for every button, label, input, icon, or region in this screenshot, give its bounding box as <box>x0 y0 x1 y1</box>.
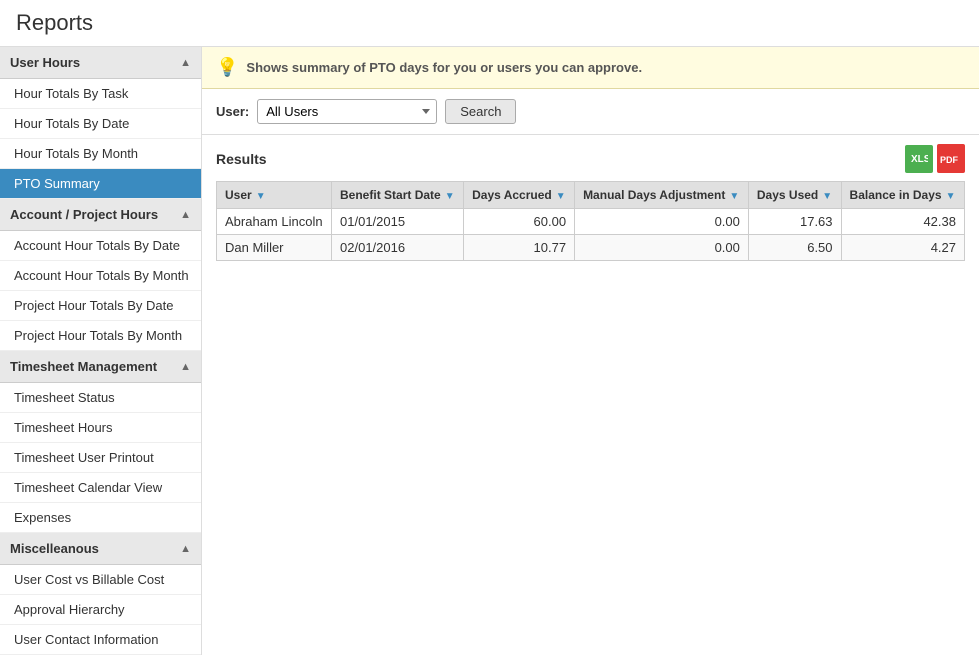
info-message: Shows summary of PTO days for you or use… <box>246 60 642 75</box>
sidebar-item-hour-totals-by-date[interactable]: Hour Totals By Date <box>0 109 201 139</box>
export-pdf-button[interactable]: PDF <box>937 145 965 173</box>
excel-icon-label: XLS <box>910 149 928 170</box>
sidebar-group-user-hours[interactable]: User Hours ▲ <box>0 47 201 79</box>
col-header-balance-in-days: Balance in Days ▼ <box>841 182 964 209</box>
cell-days_accrued-row-0: 60.00 <box>464 209 575 235</box>
sidebar-item-hour-totals-by-task[interactable]: Hour Totals By Task <box>0 79 201 109</box>
cell-user-row-0: Abraham Lincoln <box>217 209 332 235</box>
results-header: Results XLS <box>216 145 965 173</box>
svg-text:PDF: PDF <box>940 155 959 165</box>
bulb-icon: 💡 <box>216 57 238 78</box>
col-header-manual-days-adjustment: Manual Days Adjustment ▼ <box>575 182 749 209</box>
page-title: Reports <box>16 10 963 36</box>
cell-benefit_start_date-row-0: 01/01/2015 <box>332 209 464 235</box>
sidebar-item-approval-hierarchy[interactable]: Approval Hierarchy <box>0 595 201 625</box>
col-filter-days-used[interactable]: ▼ <box>822 191 832 202</box>
cell-balance_in_days-row-1: 4.27 <box>841 235 964 261</box>
col-label-manual-days-adjustment: Manual Days Adjustment <box>583 188 725 202</box>
sidebar-item-project-hour-totals-by-date[interactable]: Project Hour Totals By Date <box>0 291 201 321</box>
sidebar-item-timesheet-calendar-view[interactable]: Timesheet Calendar View <box>0 473 201 503</box>
col-filter-days-accrued[interactable]: ▼ <box>556 191 566 202</box>
cell-days_used-row-1: 6.50 <box>748 235 841 261</box>
results-table: User▼Benefit Start Date▼Days Accrued▼Man… <box>216 181 965 261</box>
sidebar-group-label-timesheet-management: Timesheet Management <box>10 359 157 374</box>
sidebar-group-arrow-user-hours: ▲ <box>180 57 191 69</box>
col-filter-benefit-start-date[interactable]: ▼ <box>445 191 455 202</box>
sidebar-group-timesheet-management[interactable]: Timesheet Management ▲ <box>0 351 201 383</box>
table-body: Abraham Lincoln01/01/201560.000.0017.634… <box>217 209 965 261</box>
col-filter-manual-days-adjustment[interactable]: ▼ <box>729 191 739 202</box>
sidebar-item-account-hour-totals-by-month[interactable]: Account Hour Totals By Month <box>0 261 201 291</box>
col-filter-balance-in-days[interactable]: ▼ <box>946 191 956 202</box>
col-header-user: User ▼ <box>217 182 332 209</box>
page-header: Reports <box>0 0 979 47</box>
results-title: Results <box>216 151 267 167</box>
col-filter-user[interactable]: ▼ <box>256 191 266 202</box>
sidebar-group-account-project-hours[interactable]: Account / Project Hours ▲ <box>0 199 201 231</box>
sidebar-item-timesheet-hours[interactable]: Timesheet Hours <box>0 413 201 443</box>
main-content: 💡 Shows summary of PTO days for you or u… <box>202 47 979 655</box>
sidebar-item-timesheet-user-printout[interactable]: Timesheet User Printout <box>0 443 201 473</box>
sidebar-item-account-hour-totals-by-date[interactable]: Account Hour Totals By Date <box>0 231 201 261</box>
table-row: Dan Miller02/01/201610.770.006.504.27 <box>217 235 965 261</box>
layout: User Hours▲Hour Totals By TaskHour Total… <box>0 47 979 655</box>
col-header-days-used: Days Used ▼ <box>748 182 841 209</box>
col-label-days-used: Days Used <box>757 188 818 202</box>
sidebar-item-user-cost-vs-billable-cost[interactable]: User Cost vs Billable Cost <box>0 565 201 595</box>
sidebar-group-arrow-timesheet-management: ▲ <box>180 361 191 373</box>
cell-user-row-1: Dan Miller <box>217 235 332 261</box>
cell-days_used-row-0: 17.63 <box>748 209 841 235</box>
cell-days_accrued-row-1: 10.77 <box>464 235 575 261</box>
sidebar: User Hours▲Hour Totals By TaskHour Total… <box>0 47 202 655</box>
filter-bar: User: All UsersAbraham LincolnDan Miller… <box>202 89 979 135</box>
user-filter-select[interactable]: All UsersAbraham LincolnDan Miller <box>257 99 437 124</box>
sidebar-item-user-contact-information[interactable]: User Contact Information <box>0 625 201 655</box>
col-header-benefit-start-date: Benefit Start Date ▼ <box>332 182 464 209</box>
svg-text:XLS: XLS <box>911 154 928 165</box>
search-button[interactable]: Search <box>445 99 516 124</box>
sidebar-item-project-hour-totals-by-month[interactable]: Project Hour Totals By Month <box>0 321 201 351</box>
table-header: User▼Benefit Start Date▼Days Accrued▼Man… <box>217 182 965 209</box>
sidebar-group-label-user-hours: User Hours <box>10 55 80 70</box>
cell-balance_in_days-row-0: 42.38 <box>841 209 964 235</box>
col-label-benefit-start-date: Benefit Start Date <box>340 188 441 202</box>
sidebar-group-label-account-project-hours: Account / Project Hours <box>10 207 158 222</box>
sidebar-item-hour-totals-by-month[interactable]: Hour Totals By Month <box>0 139 201 169</box>
col-label-user: User <box>225 188 252 202</box>
cell-benefit_start_date-row-1: 02/01/2016 <box>332 235 464 261</box>
col-label-days-accrued: Days Accrued <box>472 188 552 202</box>
cell-manual_days_adjustment-row-1: 0.00 <box>575 235 749 261</box>
sidebar-item-timesheet-status[interactable]: Timesheet Status <box>0 383 201 413</box>
col-label-balance-in-days: Balance in Days <box>850 188 942 202</box>
info-bar: 💡 Shows summary of PTO days for you or u… <box>202 47 979 89</box>
page-wrapper: Reports User Hours▲Hour Totals By TaskHo… <box>0 0 979 655</box>
sidebar-group-arrow-account-project-hours: ▲ <box>180 209 191 221</box>
cell-manual_days_adjustment-row-0: 0.00 <box>575 209 749 235</box>
results-section: Results XLS <box>202 135 979 271</box>
export-excel-button[interactable]: XLS <box>905 145 933 173</box>
pdf-icon-label: PDF <box>937 144 965 175</box>
sidebar-item-expenses[interactable]: Expenses <box>0 503 201 533</box>
sidebar-group-arrow-miscellaneous: ▲ <box>180 543 191 555</box>
col-header-days-accrued: Days Accrued ▼ <box>464 182 575 209</box>
user-filter-label: User: <box>216 104 249 119</box>
table-row: Abraham Lincoln01/01/201560.000.0017.634… <box>217 209 965 235</box>
sidebar-group-label-miscellaneous: Miscelleanous <box>10 541 99 556</box>
sidebar-item-pto-summary[interactable]: PTO Summary <box>0 169 201 199</box>
sidebar-group-miscellaneous[interactable]: Miscelleanous ▲ <box>0 533 201 565</box>
export-icons: XLS PDF <box>905 145 965 173</box>
